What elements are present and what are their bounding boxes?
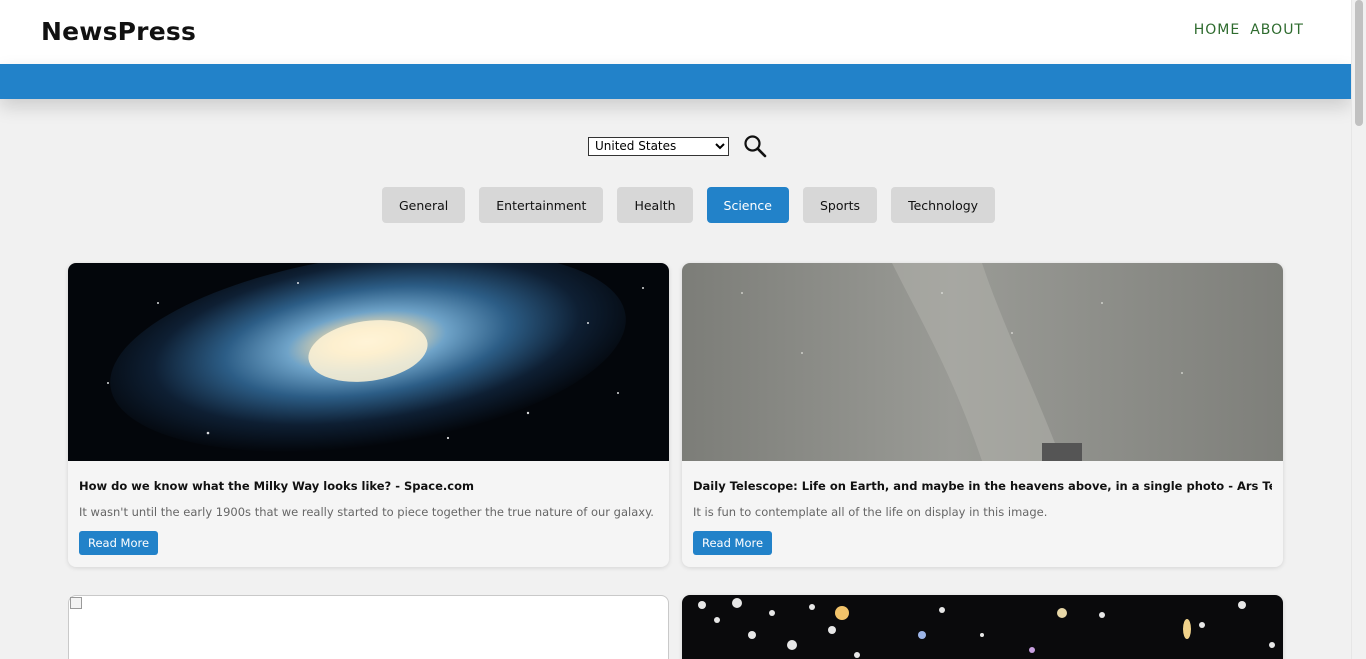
search-row: United States [588,134,767,158]
category-science-button[interactable]: Science [706,187,789,223]
category-sports-button[interactable]: Sports [802,187,878,223]
search-icon[interactable] [743,134,767,158]
news-card: Daily Telescope: Life on Earth, and mayb… [682,263,1283,567]
category-general-button[interactable]: General [382,187,466,223]
news-card [682,595,1283,659]
navbar: NewsPress HOME ABOUT [0,0,1351,64]
country-select[interactable]: United States [588,136,729,156]
category-entertainment-button[interactable]: Entertainment [479,187,604,223]
galaxy-image [68,263,669,461]
read-more-button[interactable]: Read More [79,531,159,555]
article-description: It is fun to contemplate all of the life… [693,505,1048,519]
broken-image-icon [70,597,82,609]
hero-band [0,64,1351,99]
category-tabs: General Entertainment Health Science Spo… [382,187,996,223]
page-scrollbar[interactable] [1351,0,1366,659]
broken-image-placeholder [68,595,669,659]
night-sky-image [682,263,1283,461]
nav-links: HOME ABOUT [1194,22,1304,38]
read-more-button[interactable]: Read More [693,531,773,555]
category-health-button[interactable]: Health [617,187,693,223]
news-card: How do we know what the Milky Way looks … [68,263,669,567]
scrollbar-thumb[interactable] [1355,0,1363,126]
nav-about-link[interactable]: ABOUT [1250,22,1304,38]
brand-logo[interactable]: NewsPress [41,17,196,46]
category-technology-button[interactable]: Technology [891,187,996,223]
article-title[interactable]: Daily Telescope: Life on Earth, and mayb… [693,479,1272,493]
article-description: It wasn't until the early 1900s that we … [79,505,654,519]
article-title[interactable]: How do we know what the Milky Way looks … [79,479,658,493]
nav-home-link[interactable]: HOME [1194,22,1240,38]
galaxies-image [682,595,1283,659]
